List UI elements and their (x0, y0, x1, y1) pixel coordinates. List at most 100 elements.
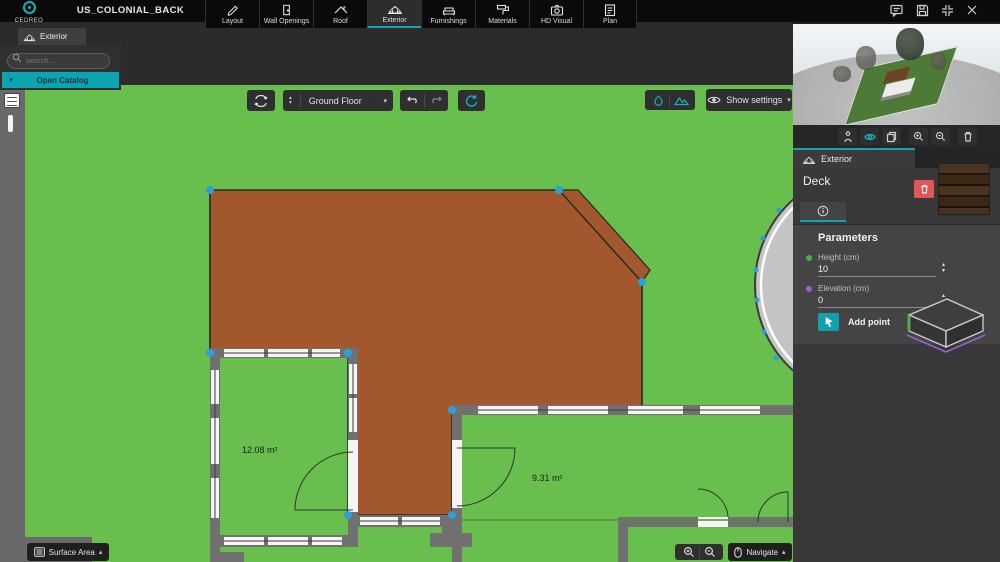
elevation-label: Elevation (cm) (818, 284, 869, 293)
person-icon (843, 131, 853, 143)
catalog-tab-exterior[interactable]: Exterior (18, 28, 86, 45)
zoom-out-icon (935, 131, 946, 142)
deck-material-thumbnail[interactable] (938, 163, 990, 215)
exterior-house-icon (23, 32, 36, 42)
navigate-label: Navigate (746, 548, 778, 557)
mouse-icon (734, 547, 742, 558)
collapse-icon[interactable] (941, 4, 954, 17)
tree (931, 52, 946, 70)
add-point-label: Add point (848, 317, 890, 327)
tab-plan[interactable]: Plan (583, 0, 637, 28)
inspector-tab-exterior[interactable]: Exterior (793, 148, 915, 168)
switch-2d-3d-button[interactable] (247, 90, 275, 111)
room-area-label: 12.08 m² (242, 445, 278, 455)
catalog-panel: ▾ Open Catalog (0, 45, 121, 90)
feedback-icon[interactable] (890, 4, 904, 17)
terrain-mountain-icon[interactable] (674, 95, 689, 106)
room-area-label: 9.31 m² (532, 473, 563, 483)
height-field: Height (cm) ▴▾ (806, 253, 986, 281)
zoom-controls (675, 544, 723, 560)
sync-arrows-icon (254, 95, 268, 107)
floor-selector[interactable]: ▴▾ Ground Floor ▾ (283, 90, 393, 111)
camera-icon (549, 3, 565, 17)
refresh-icon (465, 94, 478, 107)
floors-button[interactable] (882, 128, 901, 145)
tab-roof[interactable]: Roof (313, 0, 367, 28)
parameters-section: Parameters Height (cm) ▴▾ Elevation (cm)… (793, 224, 1000, 344)
catalog-tab-label: Exterior (40, 32, 68, 41)
close-icon[interactable] (966, 4, 978, 16)
chevron-down-icon: ▾ (2, 76, 20, 84)
app-window: 12.08 m² 9.31 m² ▴▾ Ground Floor ▾ Show … (0, 0, 1000, 562)
camera-view-button[interactable] (860, 128, 879, 145)
search-icon (12, 53, 22, 63)
show-settings-button[interactable]: Show settings ▾ (706, 89, 792, 111)
info-icon (817, 205, 829, 217)
tab-wall-openings[interactable]: Wall Openings (259, 0, 313, 28)
floor-stepper[interactable]: ▴▾ (289, 96, 292, 106)
project-title: US_COLONIAL_BACK (58, 0, 203, 22)
preview-zoom-in-button[interactable] (909, 128, 928, 145)
walkthrough-button[interactable] (838, 128, 857, 145)
tree (896, 28, 924, 60)
undo-icon[interactable] (407, 95, 420, 106)
height-stepper[interactable]: ▴▾ (942, 262, 945, 274)
main-tabstrip: Layout Wall Openings Roof Exterior Furni… (205, 0, 637, 28)
recenter-button[interactable] (458, 90, 485, 111)
redo-icon[interactable] (429, 95, 442, 106)
delete-material-button[interactable] (914, 180, 934, 198)
cursor-icon (824, 316, 834, 328)
paint-roller-icon (495, 3, 511, 17)
height-input[interactable] (818, 264, 936, 277)
open-catalog-button[interactable]: ▾ Open Catalog (2, 72, 119, 88)
pencil-icon (225, 3, 240, 17)
add-point-button[interactable]: Add point (818, 313, 890, 331)
search-input[interactable] (7, 53, 110, 69)
view-eye-icon (864, 132, 876, 142)
tab-layout[interactable]: Layout (205, 0, 259, 28)
brand-name: CEDREO (6, 18, 52, 24)
floors-icon (886, 131, 897, 143)
surface-area-button[interactable]: Surface Area ▴ (27, 543, 109, 561)
tab-materials[interactable]: Materials (475, 0, 529, 28)
blueprint-icon (602, 3, 618, 17)
save-icon[interactable] (916, 4, 929, 17)
show-settings-label: Show settings (726, 95, 782, 105)
tab-furnishings[interactable]: Furnishings (421, 0, 475, 28)
roof-icon (333, 3, 349, 17)
trash-icon (963, 131, 973, 142)
zoom-in-icon[interactable] (683, 546, 695, 558)
chevron-up-icon: ▴ (99, 548, 103, 556)
chevron-down-icon: ▾ (383, 97, 387, 105)
chevron-down-icon: ▾ (787, 96, 791, 104)
info-tab[interactable] (800, 202, 846, 222)
exterior-house-icon (802, 154, 816, 165)
floor-selector-value: Ground Floor (309, 96, 380, 106)
house-trees-icon (387, 2, 403, 16)
navigate-button[interactable]: Navigate ▴ (728, 543, 792, 561)
layers-list-icon[interactable] (4, 93, 20, 108)
inspector-tab-label: Exterior (821, 154, 852, 164)
terrain-tools-group (645, 90, 695, 110)
tab-hd-visual[interactable]: HD Visual (529, 0, 583, 28)
zoom-in-icon (913, 131, 924, 142)
3d-preview[interactable] (793, 22, 1000, 125)
deck-parameters-illustration (897, 287, 993, 363)
tree (856, 46, 876, 70)
surface-area-label: Surface Area (49, 548, 95, 557)
list-icon (34, 547, 45, 557)
delete-object-button[interactable] (958, 128, 977, 145)
terrain-paint-icon[interactable] (652, 94, 665, 106)
preview-toolbar (838, 128, 977, 145)
eye-icon (707, 95, 721, 105)
preview-zoom-out-button[interactable] (931, 128, 950, 145)
selected-object-title: Deck (803, 174, 830, 188)
parameters-title: Parameters (818, 232, 878, 244)
sofa-icon (441, 3, 457, 17)
floorplan-canvas[interactable]: 12.08 m² 9.31 m² ▴▾ Ground Floor ▾ Show … (0, 85, 793, 562)
zoom-out-icon[interactable] (704, 546, 716, 558)
panel-handle[interactable] (8, 115, 13, 132)
window-controls (890, 4, 978, 18)
tab-exterior[interactable]: Exterior (367, 0, 421, 28)
height-label: Height (cm) (818, 253, 859, 262)
